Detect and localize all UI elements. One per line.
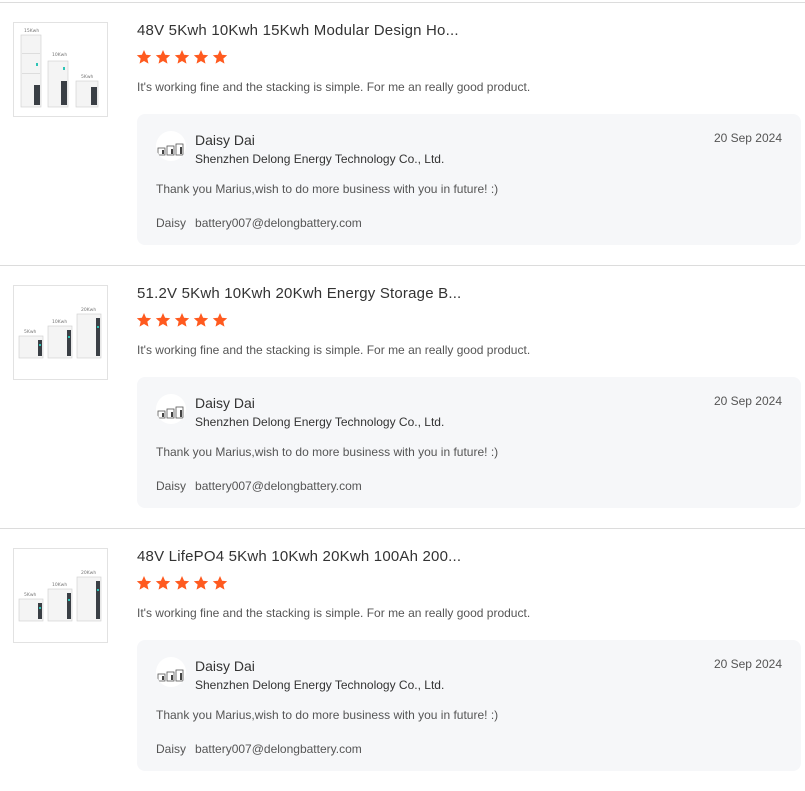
svg-text:10Kwh: 10Kwh	[52, 52, 67, 58]
company-logo-icon	[157, 406, 184, 419]
avatar	[156, 657, 186, 687]
reply-signature: Daisy battery007@delongbattery.com	[156, 742, 362, 756]
star-icon	[155, 576, 171, 590]
star-icon	[155, 313, 171, 327]
reply-message: Thank you Marius,wish to do more busines…	[156, 182, 499, 196]
review-item: 15Kwh 10Kwh 5Kwh 48V 5Kwh 10Kwh 15Kwh Mo…	[0, 2, 805, 265]
star-icon	[136, 576, 152, 590]
review-comment: It's working fine and the stacking is si…	[137, 343, 531, 357]
review-item: 20Kwh 10Kwh 5Kwh 51.2V 5Kwh 10Kwh 20Kwh …	[0, 265, 805, 528]
reply-signature: Daisy battery007@delongbattery.com	[156, 216, 362, 230]
signature-email: battery007@delongbattery.com	[195, 479, 362, 493]
battery-stack-image: 15Kwh 10Kwh 5Kwh	[20, 28, 99, 108]
reply-date: 20 Sep 2024	[713, 394, 782, 408]
avatar	[156, 394, 186, 424]
company-logo-icon	[157, 143, 184, 156]
signature-email: battery007@delongbattery.com	[195, 216, 362, 230]
rating-stars	[136, 312, 228, 330]
rating-stars	[136, 575, 228, 593]
star-icon	[193, 313, 209, 327]
reply-date: 20 Sep 2024	[713, 657, 782, 671]
reply-company: Shenzhen Delong Energy Technology Co., L…	[195, 415, 445, 429]
product-title[interactable]: 48V 5Kwh 10Kwh 15Kwh Modular Design Ho..…	[137, 22, 459, 39]
star-icon	[136, 313, 152, 327]
rating-stars	[136, 49, 228, 67]
reply-author-name: Daisy Dai	[195, 132, 255, 148]
star-icon	[174, 50, 190, 64]
signature-name: Daisy	[156, 742, 187, 756]
company-logo-icon	[157, 669, 184, 682]
star-icon	[212, 313, 228, 327]
star-icon	[212, 50, 228, 64]
product-thumbnail[interactable]: 20Kwh 10Kwh 5Kwh	[13, 548, 108, 643]
svg-text:5Kwh: 5Kwh	[81, 74, 93, 80]
product-thumbnail[interactable]: 20Kwh 10Kwh 5Kwh	[13, 285, 108, 380]
product-title[interactable]: 51.2V 5Kwh 10Kwh 20Kwh Energy Storage B.…	[137, 285, 461, 302]
reply-company: Shenzhen Delong Energy Technology Co., L…	[195, 678, 445, 692]
star-icon	[136, 50, 152, 64]
star-icon	[174, 313, 190, 327]
signature-name: Daisy	[156, 479, 187, 493]
svg-text:20Kwh: 20Kwh	[81, 307, 96, 313]
star-icon	[212, 576, 228, 590]
svg-text:5Kwh: 5Kwh	[24, 592, 36, 598]
review-item: 20Kwh 10Kwh 5Kwh 48V LifePO4 5Kwh 10Kwh …	[0, 528, 805, 791]
review-comment: It's working fine and the stacking is si…	[137, 606, 531, 620]
reply-message: Thank you Marius,wish to do more busines…	[156, 445, 499, 459]
battery-stack-image: 20Kwh 10Kwh 5Kwh	[18, 570, 102, 622]
svg-text:10Kwh: 10Kwh	[52, 319, 67, 325]
review-comment: It's working fine and the stacking is si…	[137, 80, 531, 94]
avatar	[156, 131, 186, 161]
reply-company: Shenzhen Delong Energy Technology Co., L…	[195, 152, 445, 166]
seller-reply: Daisy Dai Shenzhen Delong Energy Technol…	[137, 377, 801, 508]
svg-text:5Kwh: 5Kwh	[24, 329, 36, 335]
star-icon	[193, 576, 209, 590]
seller-reply: Daisy Dai Shenzhen Delong Energy Technol…	[137, 114, 801, 245]
svg-text:10Kwh: 10Kwh	[52, 582, 67, 588]
reply-date: 20 Sep 2024	[713, 131, 782, 145]
product-title[interactable]: 48V LifePO4 5Kwh 10Kwh 20Kwh 100Ah 200..…	[137, 548, 461, 565]
signature-name: Daisy	[156, 216, 187, 230]
star-icon	[193, 50, 209, 64]
signature-email: battery007@delongbattery.com	[195, 742, 362, 756]
reply-message: Thank you Marius,wish to do more busines…	[156, 708, 499, 722]
product-thumbnail[interactable]: 15Kwh 10Kwh 5Kwh	[13, 22, 108, 117]
svg-text:15Kwh: 15Kwh	[24, 28, 39, 34]
battery-stack-image: 20Kwh 10Kwh 5Kwh	[18, 307, 102, 359]
seller-reply: Daisy Dai Shenzhen Delong Energy Technol…	[137, 640, 801, 771]
star-icon	[174, 576, 190, 590]
star-icon	[155, 50, 171, 64]
reply-author-name: Daisy Dai	[195, 395, 255, 411]
reply-author-name: Daisy Dai	[195, 658, 255, 674]
svg-text:20Kwh: 20Kwh	[81, 570, 96, 576]
reply-signature: Daisy battery007@delongbattery.com	[156, 479, 362, 493]
